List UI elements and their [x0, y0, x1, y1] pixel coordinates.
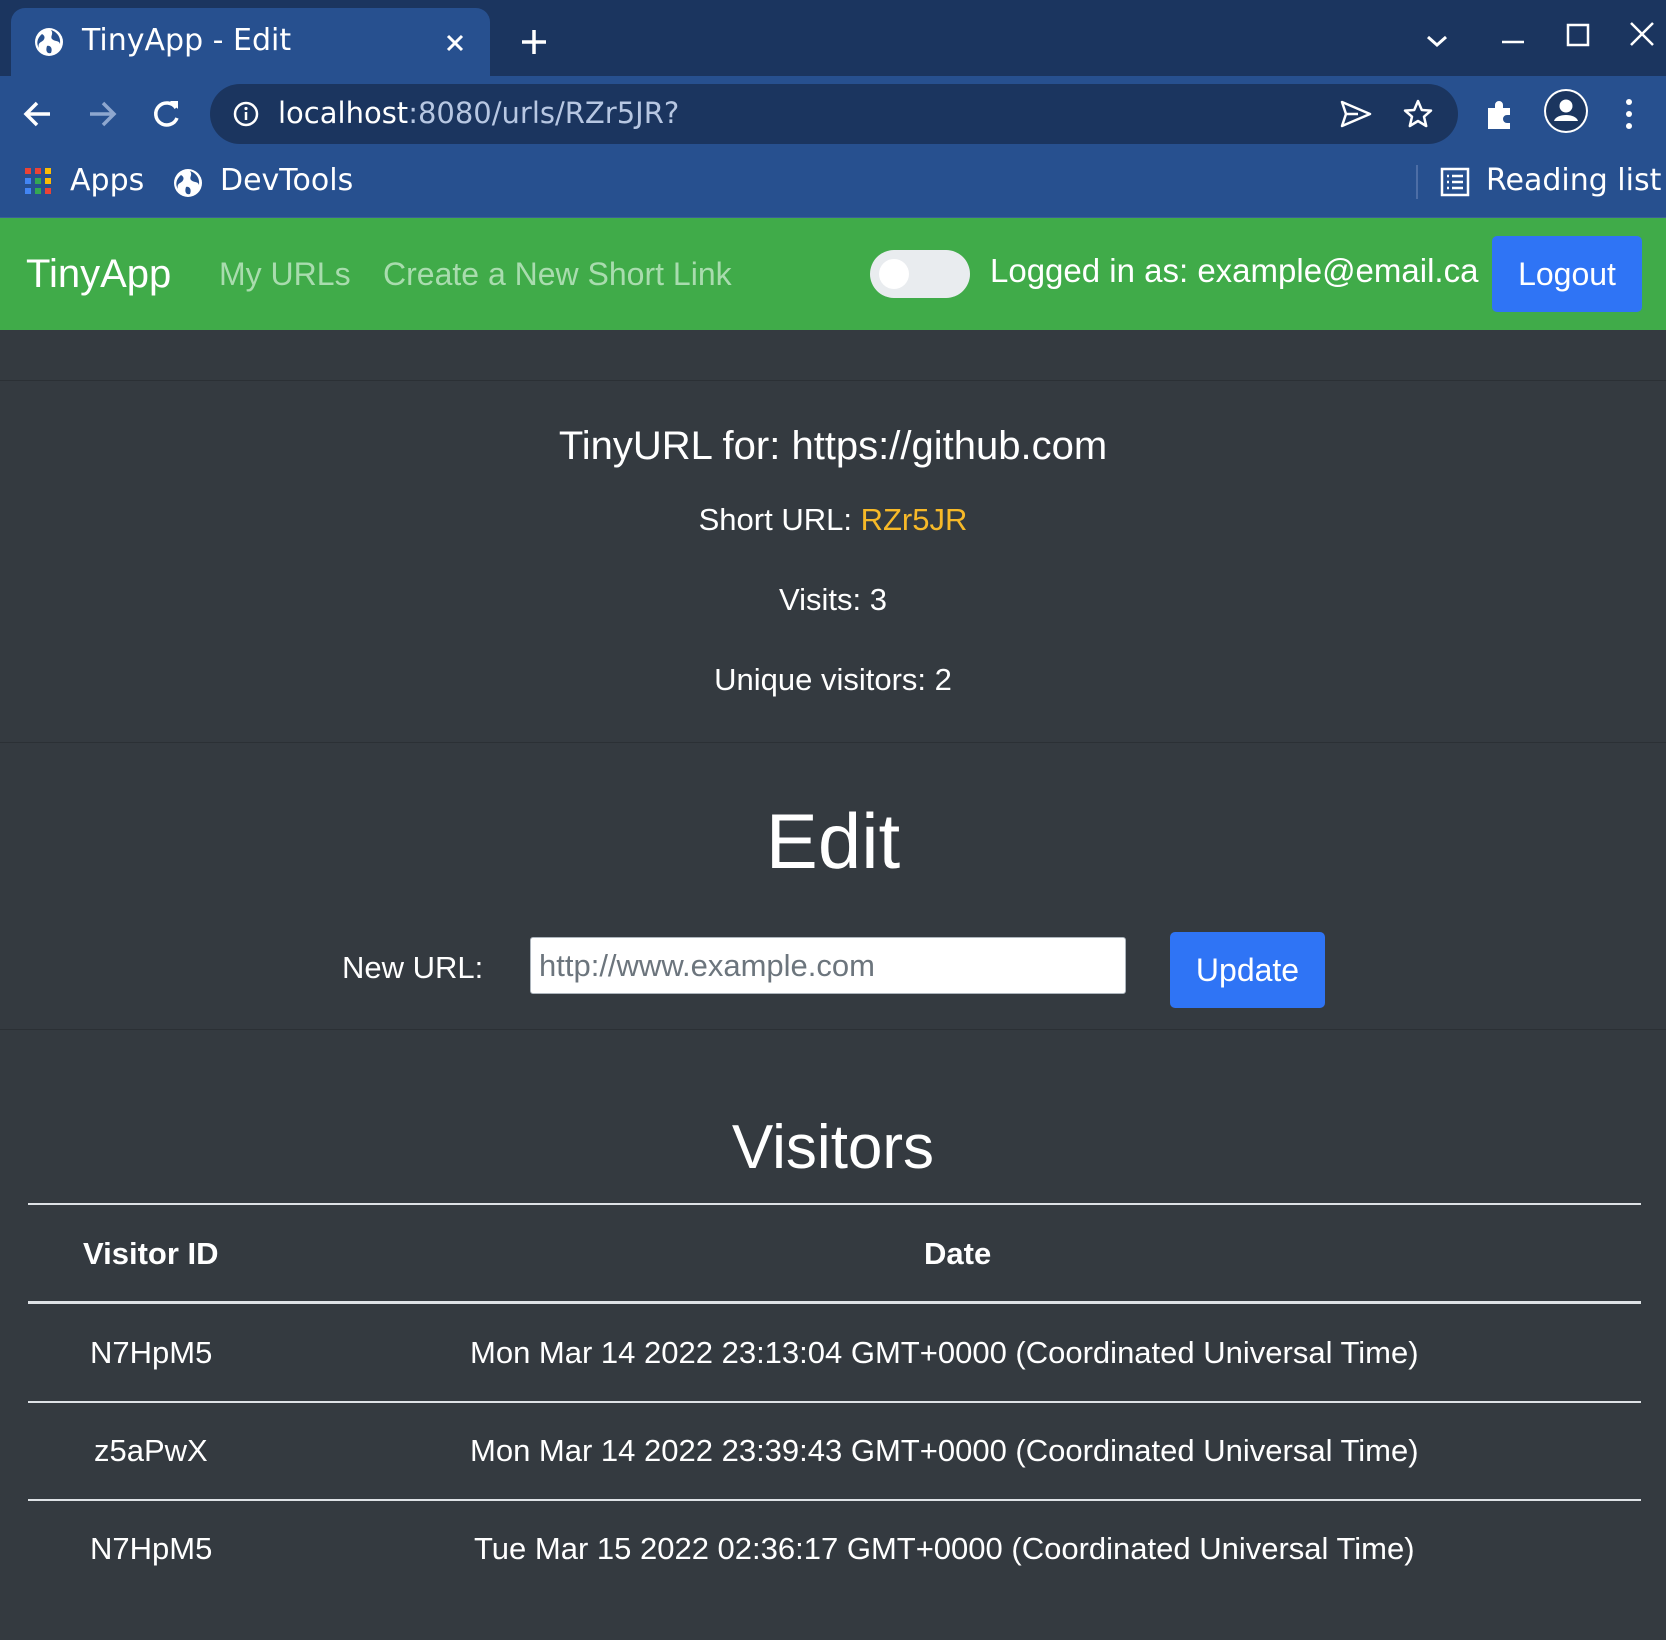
bookmark-separator [1416, 165, 1418, 199]
nav-my-urls[interactable]: My URLs [219, 256, 351, 293]
globe-icon [35, 28, 63, 56]
section-divider [0, 1029, 1666, 1030]
nav-create-link[interactable]: Create a New Short Link [383, 256, 732, 293]
close-icon[interactable] [445, 33, 465, 53]
new-url-label: New URL: [342, 950, 484, 985]
apps-grid-icon [25, 168, 51, 194]
url-title: TinyURL for: https://github.com [558, 424, 1108, 468]
plus-icon[interactable] [520, 28, 548, 56]
table-header-border [28, 1301, 1641, 1304]
extensions-icon[interactable] [1482, 96, 1518, 132]
short-url-line: Short URL: RZr5JR [0, 502, 1666, 538]
visit-date-cell: Tue Mar 15 2022 02:36:17 GMT+0000 (Coord… [474, 1531, 1415, 1566]
column-header-visitor-id: Visitor ID [83, 1236, 219, 1271]
send-icon[interactable] [1340, 100, 1372, 128]
menu-icon[interactable] [1620, 94, 1638, 134]
short-url-link[interactable]: RZr5JR [861, 502, 968, 537]
tab-title: TinyApp - Edit [82, 23, 292, 58]
forward-icon[interactable] [82, 94, 122, 134]
app-navbar: TinyApp My URLs Create a New Short Link … [0, 218, 1666, 330]
bookmarks-bar: Apps DevTools Reading list [0, 153, 1666, 218]
row-border [28, 1499, 1641, 1501]
unique-visitors-count: Unique visitors: 2 [714, 662, 952, 697]
reload-icon[interactable] [146, 94, 186, 134]
brand-link[interactable]: TinyApp [26, 252, 171, 297]
logged-in-text: Logged in as: example@email.ca [990, 252, 1479, 289]
logout-button[interactable]: Logout [1492, 236, 1642, 312]
star-icon[interactable] [1402, 98, 1434, 130]
table-top-border [28, 1203, 1641, 1205]
short-url-label: Short URL: [698, 502, 861, 537]
url-host: localhost [278, 96, 409, 130]
address-url: localhost:8080/urls/RZr5JR? [278, 96, 679, 130]
chevron-down-icon[interactable] [1424, 32, 1450, 50]
visitor-id-cell: N7HpM5 [90, 1335, 213, 1370]
reading-list[interactable]: Reading list [1486, 163, 1661, 198]
window-close-icon[interactable] [1628, 20, 1656, 48]
bookmark-devtools[interactable]: DevTools [220, 163, 353, 198]
bookmark-apps[interactable]: Apps [70, 163, 144, 198]
info-icon[interactable] [232, 100, 260, 128]
address-bar[interactable]: localhost:8080/urls/RZr5JR? [210, 84, 1458, 144]
section-divider [0, 380, 1666, 381]
row-border [28, 1401, 1641, 1403]
profile-icon[interactable] [1543, 88, 1589, 134]
section-divider [0, 742, 1666, 743]
reading-list-icon [1440, 167, 1470, 197]
edit-heading: Edit [765, 797, 901, 885]
theme-toggle[interactable] [870, 250, 970, 298]
visit-date-cell: Mon Mar 14 2022 23:39:43 GMT+0000 (Coord… [470, 1433, 1419, 1468]
browser-toolbar: localhost:8080/urls/RZr5JR? [0, 76, 1666, 153]
back-icon[interactable] [18, 94, 58, 134]
toggle-knob [879, 259, 909, 289]
visitor-id-cell: N7HpM5 [90, 1531, 213, 1566]
browser-tab-strip: TinyApp - Edit [0, 0, 1666, 76]
globe-icon [174, 169, 202, 197]
new-url-input[interactable] [530, 937, 1126, 994]
url-path: :8080/urls/RZr5JR? [408, 96, 680, 130]
minimize-icon[interactable] [1500, 22, 1526, 48]
visitors-heading: Visitors [731, 1113, 935, 1182]
column-header-date: Date [924, 1236, 992, 1271]
update-button[interactable]: Update [1170, 932, 1325, 1008]
visit-date-cell: Mon Mar 14 2022 23:13:04 GMT+0000 (Coord… [470, 1335, 1419, 1370]
visits-count: Visits: 3 [779, 582, 887, 617]
browser-tab[interactable]: TinyApp - Edit [11, 8, 490, 76]
visitor-id-cell: z5aPwX [94, 1433, 208, 1468]
maximize-icon[interactable] [1565, 22, 1591, 48]
